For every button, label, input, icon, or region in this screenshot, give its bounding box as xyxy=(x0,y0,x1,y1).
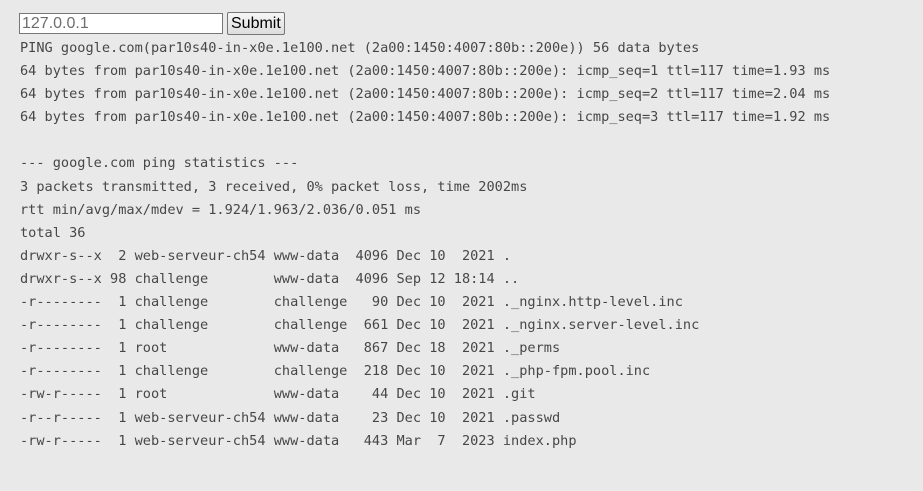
output-line: -r-------- 1 root www-data 867 Dec 18 20… xyxy=(20,340,561,357)
output-line: PING google.com(par10s40-in-x0e.1e100.ne… xyxy=(20,40,700,56)
output-line: -r-------- 1 challenge challenge 218 Dec… xyxy=(20,363,651,380)
ping-form: Submit xyxy=(19,11,285,36)
output-line: rtt min/avg/max/mdev = 1.924/1.963/2.036… xyxy=(20,201,422,218)
output-line: 64 bytes from par10s40-in-x0e.1e100.net … xyxy=(20,86,831,103)
output-line: -rw-r----- 1 web-serveur-ch54 www-data 4… xyxy=(20,432,577,449)
output-line: total 36 xyxy=(20,224,86,241)
submit-button[interactable]: Submit xyxy=(227,12,285,35)
output-line: -rw-r----- 1 root www-data 44 Dec 10 202… xyxy=(20,386,536,403)
output-line: -r-------- 1 challenge challenge 90 Dec … xyxy=(20,294,683,311)
output-line: 64 bytes from par10s40-in-x0e.1e100.net … xyxy=(20,63,831,80)
output-line: 3 packets transmitted, 3 received, 0% pa… xyxy=(20,178,528,195)
output-line: drwxr-s--x 98 challenge www-data 4096 Se… xyxy=(20,270,520,287)
output-line: 64 bytes from par10s40-in-x0e.1e100.net … xyxy=(20,109,831,126)
output-line: -r--r----- 1 web-serveur-ch54 www-data 2… xyxy=(20,409,561,426)
output-line: drwxr-s--x 2 web-serveur-ch54 www-data 4… xyxy=(20,247,512,264)
ip-address-input[interactable] xyxy=(19,13,223,34)
output-line: -r-------- 1 challenge challenge 661 Dec… xyxy=(20,317,700,334)
command-output: PING google.com(par10s40-in-x0e.1e100.ne… xyxy=(20,37,830,453)
output-line: --- google.com ping statistics --- xyxy=(20,155,299,172)
